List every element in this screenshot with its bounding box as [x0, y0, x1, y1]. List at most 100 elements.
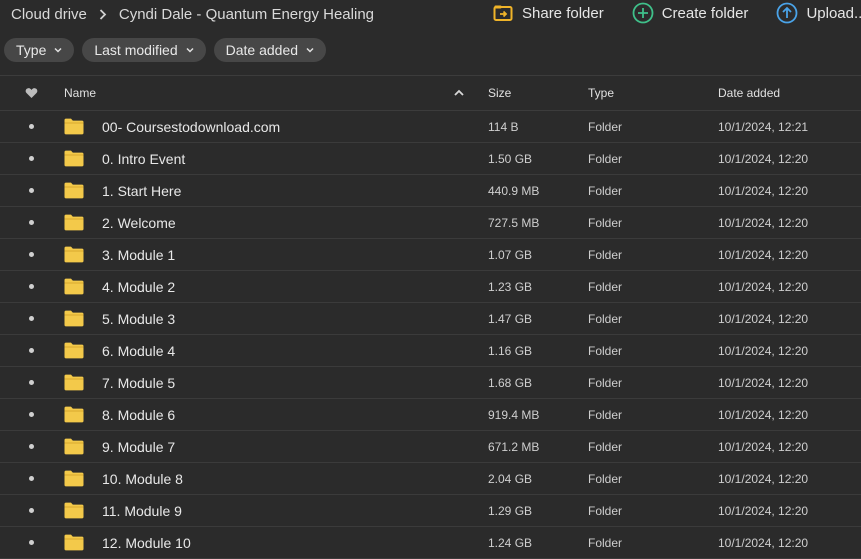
chevron-down-icon [306, 47, 314, 53]
date-cell: 10/1/2024, 12:20 [718, 151, 809, 166]
plus-circle-icon [632, 2, 654, 24]
table-body: 00- Coursestodownload.com 114 B Folder 1… [0, 111, 861, 559]
folder-icon [64, 534, 84, 551]
table-row[interactable]: 9. Module 7 671.2 MB Folder 10/1/2024, 1… [0, 431, 861, 463]
file-name[interactable]: 0. Intro Event [102, 151, 185, 167]
name-cell: 7. Module 5 [64, 374, 175, 391]
table-row[interactable]: 00- Coursestodownload.com 114 B Folder 1… [0, 111, 861, 143]
favourite-toggle[interactable] [24, 252, 38, 257]
folder-icon [64, 150, 84, 167]
file-name[interactable]: 11. Module 9 [102, 503, 182, 519]
favourite-toggle[interactable] [24, 316, 38, 321]
sort-ascending-icon[interactable] [454, 89, 464, 96]
favourite-toggle[interactable] [24, 124, 38, 129]
file-name[interactable]: 2. Welcome [102, 215, 176, 231]
table-row[interactable]: 4. Module 2 1.23 GB Folder 10/1/2024, 12… [0, 271, 861, 303]
breadcrumb-current: Cyndi Dale - Quantum Energy Healing [118, 6, 374, 23]
favourite-toggle[interactable] [24, 476, 38, 481]
breadcrumb-root[interactable]: Cloud drive [11, 6, 87, 23]
favourite-toggle[interactable] [24, 220, 38, 225]
name-column-header[interactable]: Name [64, 86, 96, 100]
table-row[interactable]: 3. Module 1 1.07 GB Folder 10/1/2024, 12… [0, 239, 861, 271]
date-cell: 10/1/2024, 12:20 [718, 247, 809, 262]
table-row[interactable]: 6. Module 4 1.16 GB Folder 10/1/2024, 12… [0, 335, 861, 367]
name-cell: 6. Module 4 [64, 342, 175, 359]
upload-button[interactable]: Upload... [776, 2, 861, 24]
heart-icon [25, 88, 37, 98]
file-name[interactable]: 8. Module 6 [102, 407, 175, 423]
filter-type-label: Type [16, 42, 47, 58]
type-cell: Folder [588, 375, 623, 390]
file-name[interactable]: 3. Module 1 [102, 247, 175, 263]
file-name[interactable]: 12. Module 10 [102, 535, 191, 551]
upload-icon [776, 2, 798, 24]
folder-icon [64, 470, 84, 487]
file-name[interactable]: 6. Module 4 [102, 343, 175, 359]
favourite-toggle[interactable] [24, 444, 38, 449]
table-row[interactable]: 0. Intro Event 1.50 GB Folder 10/1/2024,… [0, 143, 861, 175]
favourite-dot-icon [28, 380, 34, 385]
filter-type[interactable]: Type [4, 38, 75, 62]
size-cell: 1.68 GB [488, 375, 533, 390]
folder-icon [64, 342, 84, 359]
name-cell: 12. Module 10 [64, 534, 191, 551]
favourite-column-header[interactable] [24, 87, 38, 99]
favourite-dot-icon [28, 156, 34, 161]
date-cell: 10/1/2024, 12:20 [718, 183, 809, 198]
type-cell: Folder [588, 247, 623, 262]
type-cell: Folder [588, 311, 623, 326]
favourite-dot-icon [28, 508, 34, 513]
date-cell: 10/1/2024, 12:20 [718, 215, 809, 230]
date-cell: 10/1/2024, 12:20 [718, 439, 809, 454]
date-added-column-header[interactable]: Date added [718, 86, 780, 100]
table-row[interactable]: 1. Start Here 440.9 MB Folder 10/1/2024,… [0, 175, 861, 207]
name-cell: 3. Module 1 [64, 246, 175, 263]
share-folder-label: Share folder [522, 4, 604, 22]
file-name[interactable]: 00- Coursestodownload.com [102, 119, 280, 135]
file-name[interactable]: 10. Module 8 [102, 471, 183, 487]
file-name[interactable]: 5. Module 3 [102, 311, 175, 327]
favourite-toggle[interactable] [24, 284, 38, 289]
table-row[interactable]: 5. Module 3 1.47 GB Folder 10/1/2024, 12… [0, 303, 861, 335]
name-cell: 4. Module 2 [64, 278, 175, 295]
favourite-toggle[interactable] [24, 156, 38, 161]
upload-label: Upload... [806, 4, 861, 22]
folder-icon [64, 310, 84, 327]
file-name[interactable]: 4. Module 2 [102, 279, 175, 295]
favourite-toggle[interactable] [24, 412, 38, 417]
file-name[interactable]: 9. Module 7 [102, 439, 175, 455]
name-cell: 9. Module 7 [64, 438, 175, 455]
file-table: Name Size Type Date added 00- Coursestod… [0, 75, 861, 559]
favourite-toggle[interactable] [24, 540, 38, 545]
favourite-toggle[interactable] [24, 380, 38, 385]
table-row[interactable]: 8. Module 6 919.4 MB Folder 10/1/2024, 1… [0, 399, 861, 431]
date-cell: 10/1/2024, 12:20 [718, 279, 809, 294]
size-column-header[interactable]: Size [488, 86, 511, 100]
size-cell: 1.29 GB [488, 503, 533, 518]
table-row[interactable]: 11. Module 9 1.29 GB Folder 10/1/2024, 1… [0, 495, 861, 527]
filter-date-added-label: Date added [225, 42, 299, 58]
favourite-toggle[interactable] [24, 508, 38, 513]
table-row[interactable]: 12. Module 10 1.24 GB Folder 10/1/2024, … [0, 527, 861, 559]
file-name[interactable]: 1. Start Here [102, 183, 181, 199]
share-folder-icon [492, 2, 514, 24]
filter-date-added[interactable]: Date added [213, 38, 327, 62]
type-column-header[interactable]: Type [588, 86, 614, 100]
date-cell: 10/1/2024, 12:20 [718, 311, 809, 326]
size-cell: 440.9 MB [488, 183, 540, 198]
table-row[interactable]: 7. Module 5 1.68 GB Folder 10/1/2024, 12… [0, 367, 861, 399]
size-cell: 1.24 GB [488, 535, 533, 550]
table-row[interactable]: 10. Module 8 2.04 GB Folder 10/1/2024, 1… [0, 463, 861, 495]
date-cell: 10/1/2024, 12:21 [718, 119, 809, 134]
favourite-toggle[interactable] [24, 188, 38, 193]
type-cell: Folder [588, 151, 623, 166]
table-row[interactable]: 2. Welcome 727.5 MB Folder 10/1/2024, 12… [0, 207, 861, 239]
size-cell: 919.4 MB [488, 407, 540, 422]
share-folder-button[interactable]: Share folder [492, 2, 604, 24]
name-cell: 8. Module 6 [64, 406, 175, 423]
create-folder-button[interactable]: Create folder [632, 2, 748, 24]
file-name[interactable]: 7. Module 5 [102, 375, 175, 391]
name-cell: 00- Coursestodownload.com [64, 118, 280, 135]
filter-last-modified[interactable]: Last modified [82, 38, 206, 62]
favourite-toggle[interactable] [24, 348, 38, 353]
